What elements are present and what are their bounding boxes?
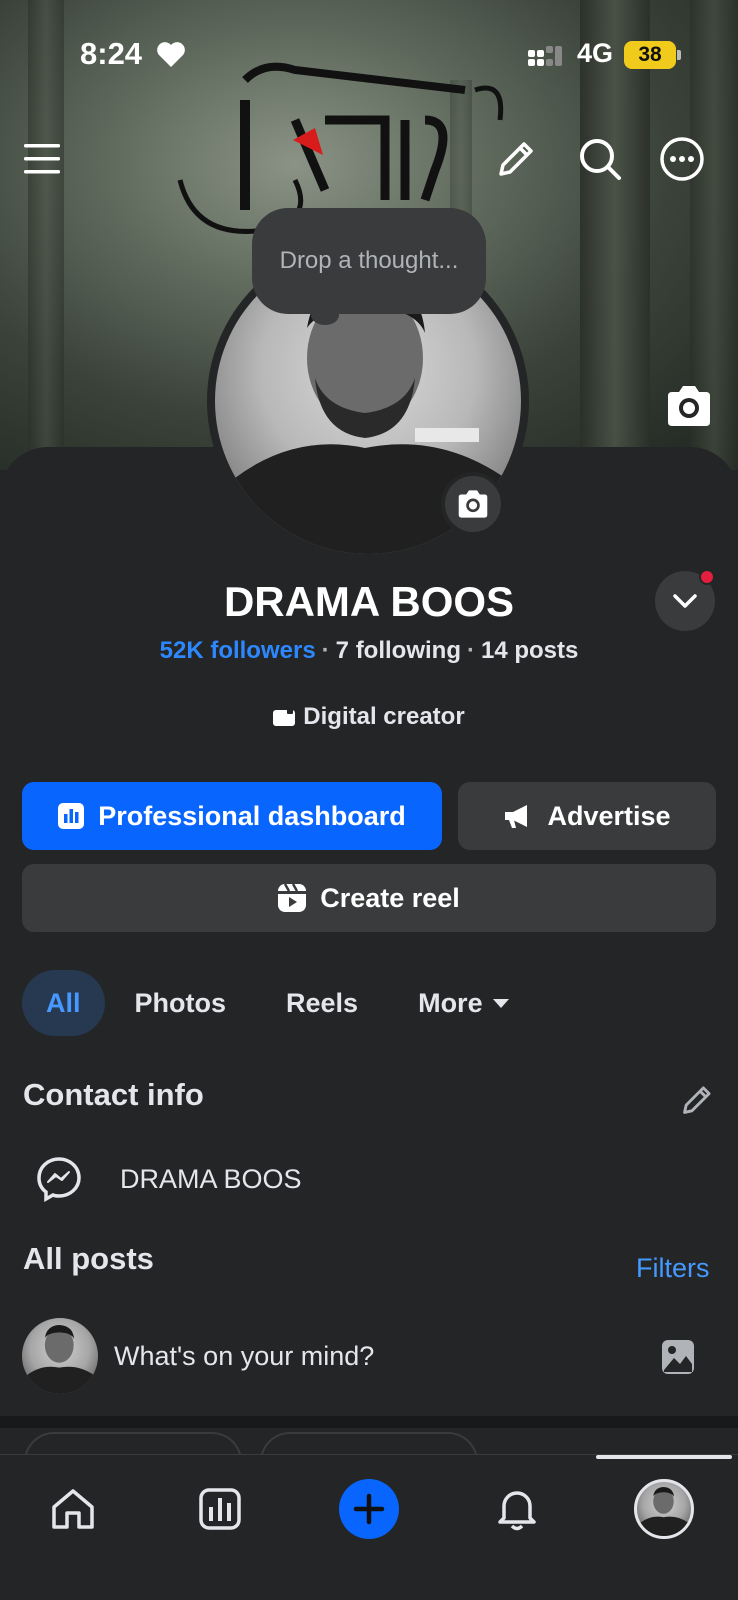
- caret-down-icon: [492, 998, 509, 1008]
- posts-count: 14 posts: [481, 637, 579, 664]
- professional-dashboard-button[interactable]: Professional dashboard: [22, 782, 442, 850]
- tab-label: Reels: [286, 987, 359, 1018]
- followers-link[interactable]: 52K followers: [160, 637, 316, 664]
- contact-info-title: Contact info: [23, 1077, 204, 1112]
- following-link[interactable]: 7 following: [336, 637, 461, 664]
- messenger-icon: [37, 1157, 81, 1202]
- separator: ·: [467, 637, 475, 664]
- profile-stats: 52K followers · 7 following · 14 posts: [0, 637, 738, 665]
- tab-reels[interactable]: Reels: [256, 970, 388, 1036]
- tab-photos[interactable]: Photos: [105, 970, 257, 1036]
- post-composer[interactable]: What's on your mind?: [22, 1318, 718, 1394]
- messenger-name: DRAMA BOOS: [120, 1163, 302, 1194]
- thought-bubble-tail: [311, 305, 339, 325]
- menu-icon[interactable]: [18, 135, 66, 183]
- dashboard-label: Professional dashboard: [98, 800, 406, 831]
- tab-label: All: [46, 987, 81, 1018]
- all-posts-title: All posts: [23, 1241, 154, 1276]
- composer-prompt: What's on your mind?: [114, 1340, 375, 1371]
- chevron-down-icon: [673, 594, 697, 608]
- active-tab-indicator: [596, 1455, 732, 1459]
- photo-icon[interactable]: [660, 1338, 696, 1376]
- heart-icon: [157, 42, 185, 67]
- more-icon[interactable]: [656, 133, 708, 185]
- status-bar: 8:24 4G 38: [0, 0, 738, 110]
- search-icon[interactable]: [574, 133, 626, 185]
- separator: ·: [321, 637, 330, 664]
- tab-label: More: [418, 987, 483, 1018]
- avatar-camera-button[interactable]: [441, 472, 505, 536]
- dashboard-icon: [58, 803, 85, 829]
- create-icon[interactable]: [339, 1479, 399, 1539]
- edit-contact-icon[interactable]: [678, 1083, 718, 1123]
- messenger-contact[interactable]: DRAMA BOOS: [36, 1154, 302, 1204]
- briefcase-icon: [273, 708, 296, 726]
- reel-icon: [278, 884, 307, 912]
- megaphone-icon: [505, 805, 528, 828]
- advertise-button[interactable]: Advertise: [458, 782, 716, 850]
- filters-link[interactable]: Filters: [636, 1253, 710, 1284]
- tab-more[interactable]: More: [388, 970, 539, 1036]
- section-divider: [0, 1416, 738, 1428]
- battery-tip: [677, 50, 681, 60]
- notification-dot: [699, 569, 715, 585]
- bell-icon[interactable]: [487, 1479, 547, 1539]
- dashboard-nav-icon[interactable]: [190, 1479, 250, 1539]
- tab-all[interactable]: All: [22, 970, 105, 1036]
- profile-category: Digital creator: [0, 703, 738, 731]
- category-label: Digital creator: [303, 703, 465, 730]
- profile-switch-button[interactable]: [655, 569, 715, 631]
- advertise-label: Advertise: [547, 800, 671, 831]
- create-reel-label: Create reel: [320, 882, 460, 913]
- thought-bubble[interactable]: Drop a thought...: [252, 208, 486, 314]
- profile-icon[interactable]: [634, 1479, 694, 1539]
- profile-tabs: All Photos Reels More: [22, 970, 539, 1036]
- camera-icon: [458, 490, 488, 518]
- pencil-icon[interactable]: [490, 135, 540, 185]
- home-icon[interactable]: [43, 1479, 103, 1539]
- create-reel-button[interactable]: Create reel: [22, 864, 716, 932]
- status-time: 8:24: [80, 36, 143, 71]
- bottom-nav: [0, 1454, 738, 1600]
- profile-name: DRAMA BOOS: [223, 578, 515, 625]
- signal-icon: [528, 46, 562, 66]
- battery-indicator: 38: [624, 41, 676, 69]
- tab-label: Photos: [134, 987, 227, 1018]
- composer-avatar: [22, 1318, 98, 1394]
- network-type: 4G: [577, 38, 614, 68]
- cover-camera-icon[interactable]: [664, 384, 714, 428]
